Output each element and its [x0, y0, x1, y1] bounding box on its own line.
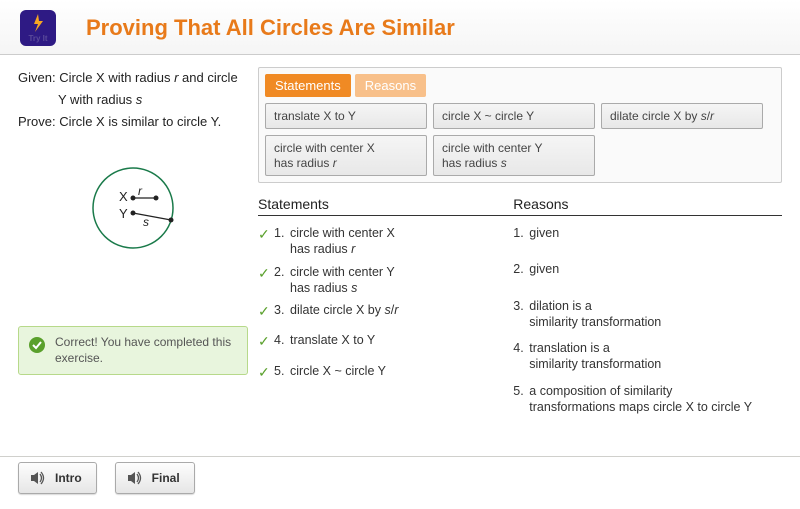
tab-reasons[interactable]: Reasons [355, 74, 426, 97]
row-num: 3. [513, 298, 529, 314]
final-audio-button[interactable]: Final [115, 462, 195, 494]
tryit-icon: Try It [20, 10, 56, 46]
left-column: Given: Circle X with radius r and circle… [18, 67, 258, 418]
table-row: ✓2.circle with center Yhas radius s [258, 261, 513, 300]
diagram-s: s [143, 215, 149, 229]
table-row: ✓1.circle with center Xhas radius r [258, 222, 513, 261]
table-row: 1.given [513, 222, 782, 244]
row-num: 4. [274, 332, 290, 348]
check-icon: ✓ [258, 302, 274, 320]
diagram-X: X [119, 189, 128, 204]
feedback-text: Correct! You have completed this exercis… [55, 335, 231, 365]
footer: Intro Final [18, 462, 195, 494]
row-num: 5. [274, 363, 290, 379]
check-icon: ✓ [258, 363, 274, 381]
tile[interactable]: circle X ~ circle Y [433, 103, 595, 129]
given-s: s [136, 92, 143, 107]
statements-column: Statements ✓1.circle with center Xhas ra… [258, 193, 513, 418]
tile-text: circle X ~ circle Y [442, 109, 534, 123]
diagram: X Y r s [18, 158, 248, 261]
check-circle-icon [29, 337, 45, 353]
main-content: Given: Circle X with radius r and circle… [0, 55, 800, 418]
given-prove-block: Given: Circle X with radius r and circle… [18, 67, 248, 133]
table-row: 2.given [513, 258, 782, 280]
table-row: ✓5.circle X ~ circle Y [258, 360, 513, 384]
prove-text: Circle X is similar to circle Y. [59, 114, 221, 129]
right-column: Statements Reasons translate X to Y circ… [258, 67, 782, 418]
prove-label: Prove: [18, 114, 56, 129]
given-label: Given: [18, 70, 56, 85]
check-icon: ✓ [258, 225, 274, 243]
row-num: 1. [274, 225, 290, 241]
tiles-container: translate X to Y circle X ~ circle Y dil… [265, 103, 775, 176]
prove-line: Prove: Circle X is similar to circle Y. [18, 111, 248, 133]
reason-text: translation is asimilarity transformatio… [529, 340, 782, 373]
tile[interactable]: circle with center Xhas radius r [265, 135, 427, 176]
row-num: 3. [274, 302, 290, 318]
header: Try It Proving That All Circles Are Simi… [0, 0, 800, 55]
tab-statements[interactable]: Statements [265, 74, 351, 97]
speaker-icon [126, 469, 144, 487]
table-row: 5.a composition of similaritytransformat… [513, 380, 782, 419]
tile[interactable]: circle with center Yhas radius s [433, 135, 595, 176]
feedback-box: Correct! You have completed this exercis… [18, 326, 248, 375]
given-text: and circle [178, 70, 237, 85]
given-text: Y with radius [58, 92, 136, 107]
check-icon: ✓ [258, 264, 274, 282]
diagram-r: r [138, 184, 143, 198]
table-row: ✓3.dilate circle X by s/r [258, 299, 513, 323]
reason-text: a composition of similaritytransformatio… [529, 383, 782, 416]
reason-text: dilation is asimilarity transformation [529, 298, 782, 331]
proof-table: Statements ✓1.circle with center Xhas ra… [258, 193, 782, 418]
stmt-text: translate X to Y [290, 332, 513, 348]
diagram-Y: Y [119, 206, 128, 221]
intro-audio-button[interactable]: Intro [18, 462, 97, 494]
table-row: 4.translation is asimilarity transformat… [513, 337, 782, 376]
tile[interactable]: translate X to Y [265, 103, 427, 129]
row-num: 5. [513, 383, 529, 399]
row-num: 2. [274, 264, 290, 280]
given-text: Circle X with radius [59, 70, 174, 85]
page-title: Proving That All Circles Are Similar [86, 15, 455, 41]
speaker-icon [29, 469, 47, 487]
final-label: Final [152, 471, 180, 485]
stmt-text: circle with center Xhas radius r [290, 225, 513, 258]
stmt-text: dilate circle X by s/r [290, 302, 513, 318]
tile-bank: Statements Reasons translate X to Y circ… [258, 67, 782, 183]
row-num: 4. [513, 340, 529, 356]
statements-header: Statements [258, 193, 513, 216]
row-num: 1. [513, 225, 529, 241]
footer-divider [0, 456, 800, 457]
table-row: ✓4.translate X to Y [258, 329, 513, 353]
row-num: 2. [513, 261, 529, 277]
tile-text: translate X to Y [274, 109, 356, 123]
intro-label: Intro [55, 471, 82, 485]
bank-tabs: Statements Reasons [265, 74, 775, 97]
tile[interactable]: dilate circle X by s/r [601, 103, 763, 129]
given-line1: Given: Circle X with radius r and circle [18, 67, 248, 89]
stmt-text: circle with center Yhas radius s [290, 264, 513, 297]
reason-text: given [529, 261, 782, 277]
check-icon: ✓ [258, 332, 274, 350]
tryit-label: Try It [28, 34, 47, 43]
reasons-column: Reasons 1.given 2.given 3.dilation is as… [513, 193, 782, 418]
given-line2: Y with radius s [18, 89, 248, 111]
reasons-header: Reasons [513, 193, 782, 216]
reason-text: given [529, 225, 782, 241]
stmt-text: circle X ~ circle Y [290, 363, 513, 379]
table-row: 3.dilation is asimilarity transformation [513, 295, 782, 334]
